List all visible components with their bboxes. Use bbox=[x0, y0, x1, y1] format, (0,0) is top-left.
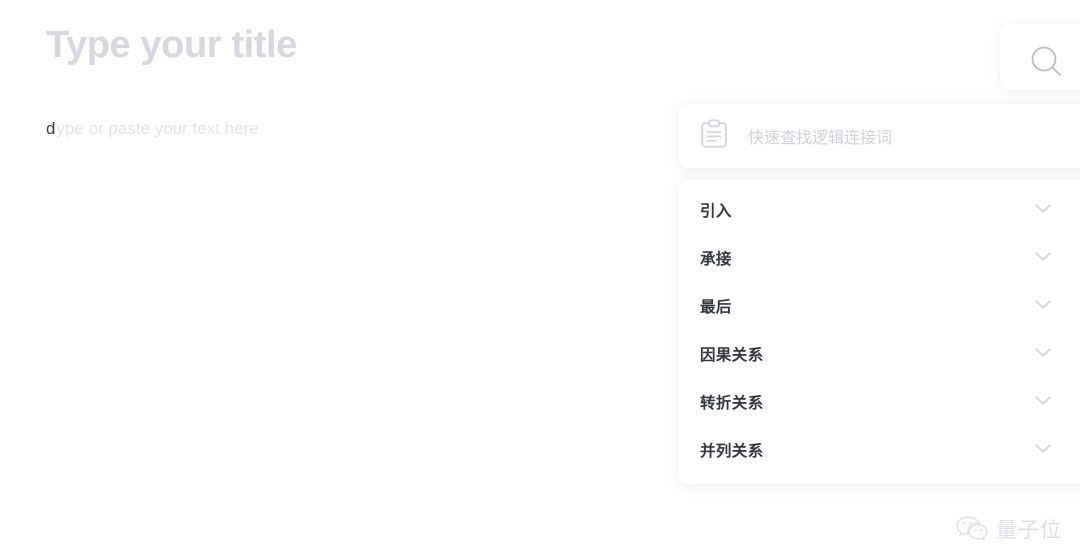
search-button-card[interactable] bbox=[1000, 24, 1080, 90]
list-item-label: 最后 bbox=[700, 299, 732, 316]
clipboard-icon bbox=[700, 118, 728, 154]
list-item-conclusion[interactable]: 最后 bbox=[678, 282, 1080, 330]
list-item-label: 转折关系 bbox=[700, 395, 764, 412]
watermark: 量子位 bbox=[955, 515, 1062, 546]
chevron-down-icon[interactable] bbox=[1032, 341, 1054, 368]
list-item-continuation[interactable]: 承接 bbox=[678, 234, 1080, 282]
title-placeholder[interactable]: Type your title bbox=[46, 24, 297, 67]
chevron-down-icon[interactable] bbox=[1032, 437, 1054, 464]
list-item-label: 并列关系 bbox=[700, 443, 764, 460]
list-item-label: 因果关系 bbox=[700, 347, 764, 364]
chevron-down-icon[interactable] bbox=[1032, 245, 1054, 272]
logic-connector-panel: 快速查找逻辑连接词 引入 承接 最后 因果关系 转折关系 并列关系 bbox=[678, 104, 1080, 484]
chevron-down-icon[interactable] bbox=[1032, 293, 1054, 320]
watermark-text: 量子位 bbox=[996, 519, 1062, 542]
logic-category-list: 引入 承接 最后 因果关系 转折关系 并列关系 bbox=[678, 180, 1080, 484]
list-item-parallel-relation[interactable]: 并列关系 bbox=[678, 426, 1080, 474]
list-item-label: 承接 bbox=[700, 251, 732, 268]
list-item-label: 引入 bbox=[700, 203, 732, 220]
body-placeholder: Type or paste your text here bbox=[47, 119, 259, 138]
chevron-down-icon[interactable] bbox=[1032, 389, 1054, 416]
list-item-causal-relation[interactable]: 因果关系 bbox=[678, 330, 1080, 378]
list-item-introduction[interactable]: 引入 bbox=[678, 186, 1080, 234]
panel-search-bar[interactable]: 快速查找逻辑连接词 bbox=[678, 104, 1080, 168]
chevron-down-icon[interactable] bbox=[1032, 197, 1054, 224]
list-item-adversative-relation[interactable]: 转折关系 bbox=[678, 378, 1080, 426]
panel-search-input[interactable]: 快速查找逻辑连接词 bbox=[748, 124, 892, 148]
body-typed-text: d bbox=[46, 119, 56, 138]
wechat-logo-icon bbox=[955, 515, 989, 546]
search-icon[interactable] bbox=[1026, 41, 1068, 88]
